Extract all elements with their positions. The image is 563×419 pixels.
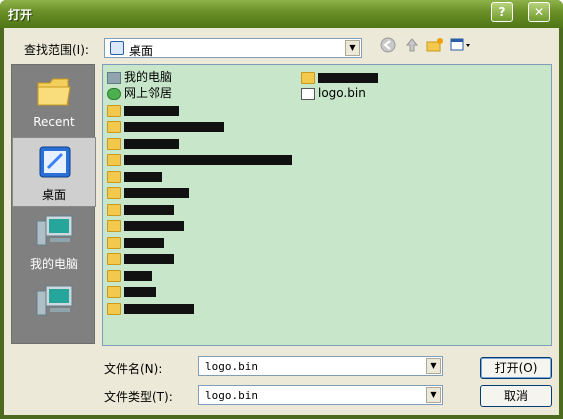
folder-icon: [107, 302, 121, 315]
redacted-name: [124, 303, 194, 314]
dialog-title: 打开: [8, 8, 33, 22]
list-item[interactable]: 我的电脑: [107, 69, 172, 85]
list-item-label: 我的电脑: [124, 70, 173, 84]
folder-icon: [107, 269, 121, 282]
folder-icon: [107, 236, 121, 249]
folder-icon: [107, 104, 121, 117]
list-item-label: 网上邻居: [124, 86, 173, 100]
folder-icon: [107, 252, 121, 265]
list-item[interactable]: [107, 168, 162, 184]
title-bar[interactable]: 打开 ? ✕: [0, 0, 563, 28]
filename-label: 文件名(N):: [104, 362, 163, 376]
look-in-label: 查找范围(I):: [24, 43, 89, 57]
network-icon: [107, 87, 121, 100]
folder-icon: [107, 203, 121, 216]
file-list[interactable]: 我的电脑 网上邻居 logo.bin: [102, 64, 552, 346]
place-network[interactable]: [12, 277, 96, 347]
close-button[interactable]: ✕: [528, 2, 550, 22]
dialog-body: 查找范围(I): 桌面 ▼ Recent 桌面 我的电脑 我的电脑 网上邻居 l…: [4, 28, 559, 415]
place-my-computer[interactable]: 我的电脑: [12, 207, 96, 277]
folder-icon: [301, 71, 315, 84]
desktop-icon: [39, 146, 71, 178]
recent-folder-icon: [37, 78, 71, 106]
redacted-name: [124, 187, 189, 198]
chevron-down-icon[interactable]: ▼: [426, 387, 441, 403]
places-bar: Recent 桌面 我的电脑: [11, 64, 96, 347]
look-in-value: 桌面: [129, 44, 154, 58]
filetype-label: 文件类型(T):: [104, 390, 173, 404]
chevron-down-icon[interactable]: ▼: [426, 358, 441, 374]
place-label: Recent: [33, 115, 75, 129]
list-item[interactable]: [107, 217, 184, 233]
list-item[interactable]: [107, 201, 174, 217]
my-computer-icon: [107, 71, 121, 84]
list-item[interactable]: [107, 184, 189, 200]
look-in-dropdown[interactable]: 桌面 ▼: [104, 38, 362, 58]
back-arrow-icon[interactable]: [378, 37, 398, 57]
redacted-name: [124, 204, 174, 215]
redacted-name: [124, 237, 164, 248]
list-item[interactable]: [107, 267, 152, 283]
redacted-name: [124, 138, 179, 149]
redacted-name: [124, 154, 292, 165]
chevron-down-icon[interactable]: ▼: [345, 40, 360, 56]
filetype-value: logo.bin: [205, 389, 258, 402]
help-button[interactable]: ?: [491, 2, 513, 22]
new-folder-icon[interactable]: [425, 37, 445, 57]
list-item[interactable]: [301, 69, 378, 85]
folder-icon: [107, 285, 121, 298]
views-menu-icon[interactable]: [449, 37, 473, 57]
folder-icon: [107, 219, 121, 232]
folder-icon: [107, 137, 121, 150]
cancel-button[interactable]: 取消: [480, 385, 552, 407]
place-label: 我的电脑: [29, 257, 78, 271]
place-desktop[interactable]: 桌面: [12, 137, 96, 207]
list-item[interactable]: [107, 135, 179, 151]
folder-icon: [107, 153, 121, 166]
list-item[interactable]: [107, 102, 179, 118]
folder-icon: [107, 120, 121, 133]
redacted-name: [124, 286, 156, 297]
list-item-label: logo.bin: [318, 86, 366, 100]
list-item[interactable]: [107, 300, 194, 316]
redacted-name: [124, 270, 152, 281]
redacted-name: [124, 171, 162, 182]
bin-file-icon: [301, 87, 315, 100]
open-file-dialog: 打开 ? ✕ 查找范围(I): 桌面 ▼ Recent 桌面 我的电脑 我的电脑…: [0, 0, 563, 419]
folder-icon: [107, 186, 121, 199]
open-button[interactable]: 打开(O): [480, 357, 552, 379]
redacted-name: [124, 105, 179, 116]
redacted-name: [124, 121, 224, 132]
filetype-dropdown[interactable]: logo.bin ▼: [198, 385, 443, 405]
list-item[interactable]: logo.bin: [301, 85, 366, 101]
list-item[interactable]: [107, 250, 174, 266]
list-item[interactable]: [107, 283, 156, 299]
list-item[interactable]: [107, 151, 292, 167]
folder-icon: [107, 170, 121, 183]
list-item[interactable]: [107, 118, 224, 134]
redacted-name: [124, 220, 184, 231]
place-label: 桌面: [41, 188, 66, 202]
list-item[interactable]: [107, 234, 164, 250]
desktop-icon: [110, 41, 124, 55]
filename-value: logo.bin: [205, 360, 258, 373]
place-recent[interactable]: Recent: [12, 67, 96, 137]
redacted-name: [318, 72, 378, 83]
network-computer-icon: [36, 285, 73, 316]
my-computer-icon: [36, 215, 73, 246]
redacted-name: [124, 253, 174, 264]
list-item[interactable]: 网上邻居: [107, 85, 172, 101]
filename-field[interactable]: logo.bin ▼: [198, 356, 443, 376]
up-folder-icon[interactable]: [402, 37, 422, 57]
